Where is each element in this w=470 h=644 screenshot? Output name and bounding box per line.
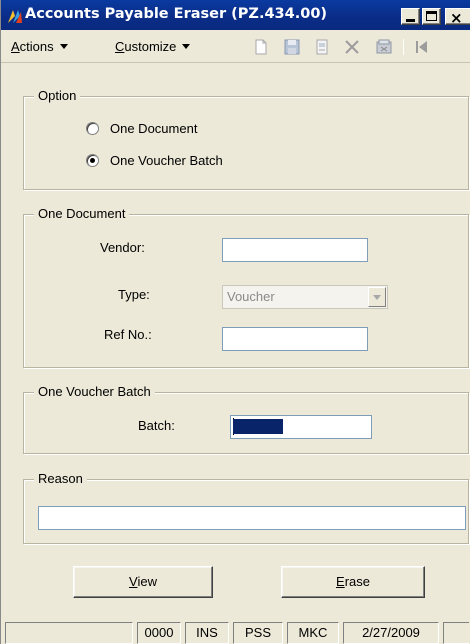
delete-icon[interactable]	[343, 38, 361, 56]
vendor-input[interactable]	[222, 238, 368, 262]
minimize-icon	[406, 19, 415, 22]
one-document-group: One Document Vendor: Type: Voucher Ref N…	[23, 206, 469, 368]
one-document-radio[interactable]	[86, 122, 99, 135]
ref-no-input[interactable]	[222, 327, 368, 351]
chevron-down-icon	[59, 44, 68, 49]
close-icon: ×	[450, 9, 463, 27]
close-button[interactable]: ×	[445, 8, 470, 27]
type-select[interactable]: Voucher	[222, 285, 388, 309]
app-icon	[7, 8, 23, 24]
status-bar: 0000 INS PSS MKC 2/27/2009	[1, 618, 470, 644]
vendor-label: Vendor:	[100, 240, 145, 255]
batch-input[interactable]	[230, 415, 372, 439]
type-label: Type:	[118, 287, 150, 302]
cancel-icon[interactable]	[375, 38, 393, 56]
reason-group-legend: Reason	[34, 471, 87, 486]
chevron-down-icon	[182, 44, 191, 49]
view-button[interactable]: View	[73, 566, 213, 598]
one-document-group-legend: One Document	[34, 206, 130, 221]
ref-no-label: Ref No.:	[104, 327, 152, 342]
status-user-cell: MKC	[287, 622, 339, 644]
status-date-cell: 2/27/2009	[343, 622, 439, 644]
one-voucher-batch-group-legend: One Voucher Batch	[34, 384, 155, 399]
reason-group: Reason	[23, 471, 469, 544]
title-bar[interactable]: Accounts Payable Eraser (PZ.434.00) ×	[1, 0, 470, 30]
erase-button[interactable]: Erase	[281, 566, 425, 598]
actions-menu[interactable]: Actions	[11, 39, 68, 54]
option-group-legend: Option	[34, 88, 81, 103]
one-document-radio-label[interactable]: One Document	[110, 121, 197, 136]
customize-menu-access-key: C	[115, 39, 125, 54]
menu-toolbar: Actions Customize	[1, 30, 470, 63]
first-record-icon[interactable]	[413, 38, 431, 56]
chevron-down-icon[interactable]	[368, 287, 386, 307]
one-voucher-batch-group: One Voucher Batch Batch:	[23, 384, 469, 454]
minimize-button[interactable]	[401, 8, 420, 25]
maximize-button[interactable]	[422, 8, 441, 25]
status-ins-cell: INS	[185, 622, 229, 644]
type-select-value: Voucher	[227, 289, 275, 304]
status-company-cell: PSS	[233, 622, 283, 644]
batch-selection-highlight	[233, 419, 283, 434]
customize-menu-label: ustomize	[124, 39, 177, 54]
window-title: Accounts Payable Eraser (PZ.434.00)	[25, 6, 328, 22]
status-extra-cell	[443, 622, 469, 644]
one-voucher-batch-radio[interactable]	[86, 154, 99, 167]
toolbar-separator	[403, 39, 404, 55]
actions-menu-access-key: A	[11, 39, 20, 54]
status-message-cell	[5, 622, 133, 644]
status-code-cell: 0000	[137, 622, 181, 644]
save-icon[interactable]	[283, 38, 301, 56]
reason-input[interactable]	[38, 506, 466, 530]
finish-icon[interactable]	[313, 38, 331, 56]
one-voucher-batch-radio-label[interactable]: One Voucher Batch	[110, 153, 223, 168]
maximize-icon	[426, 11, 437, 21]
accounts-payable-eraser-window: Accounts Payable Eraser (PZ.434.00) × Ac…	[0, 0, 470, 644]
erase-button-label: rase	[344, 574, 370, 589]
erase-button-access-key: E	[336, 574, 345, 589]
actions-menu-label: ctions	[19, 39, 54, 54]
new-document-icon[interactable]	[252, 38, 270, 56]
batch-label: Batch:	[138, 418, 175, 433]
customize-menu[interactable]: Customize	[115, 39, 191, 54]
view-button-label: iew	[137, 574, 157, 589]
option-group: Option One Document One Voucher Batch	[23, 88, 469, 190]
